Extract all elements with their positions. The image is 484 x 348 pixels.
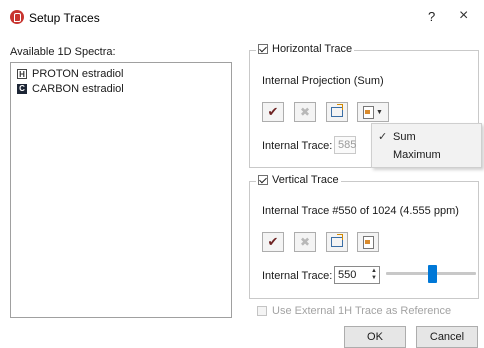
checkmark-icon: ✔	[267, 104, 279, 119]
list-item-proton[interactable]: H PROTON estradiol	[17, 67, 124, 81]
close-button[interactable]: ×	[459, 7, 468, 25]
vertical-trace-label: Vertical Trace	[272, 174, 339, 186]
apply-button[interactable]: ✔	[262, 232, 284, 252]
spectra-list[interactable]: H PROTON estradiol C CARBON estradiol	[10, 62, 232, 318]
remove-icon: ✖	[299, 105, 311, 119]
menu-item-label: Sum	[393, 131, 416, 143]
vertical-internal-trace-value: 550	[338, 269, 357, 281]
list-item-carbon[interactable]: C CARBON estradiol	[17, 82, 124, 96]
spin-arrows-icon[interactable]: ▲ ▼	[371, 268, 377, 282]
horizontal-trace-checkbox[interactable]	[258, 44, 268, 54]
ok-button[interactable]: OK	[344, 326, 406, 348]
remove-icon: ✖	[299, 235, 311, 249]
list-item-label: CARBON estradiol	[32, 83, 124, 95]
external-reference-checkbox	[257, 306, 267, 316]
vertical-trace-description: Internal Trace #550 of 1024 (4.555 ppm)	[262, 205, 459, 217]
menu-item-label: Maximum	[393, 149, 441, 161]
cancel-button[interactable]: Cancel	[416, 326, 478, 348]
vertical-trace-checkbox[interactable]	[258, 175, 268, 185]
trace-mode-menu: ✓ Sum Maximum	[371, 123, 482, 168]
horizontal-trace-toggle[interactable]: Horizontal Trace	[256, 43, 355, 55]
trace-icon	[363, 105, 375, 119]
vertical-internal-trace-spinbox[interactable]: 550 ▲ ▼	[334, 266, 380, 284]
horizontal-internal-trace-field: 585	[334, 136, 356, 154]
check-icon: ✓	[378, 131, 388, 143]
remove-button[interactable]: ✖	[294, 102, 316, 122]
menu-item-sum[interactable]: ✓ Sum	[372, 128, 481, 146]
export-icon	[331, 104, 343, 117]
checkmark-icon: ✔	[267, 234, 279, 249]
trace-mode-dropdown-button[interactable]: ▼	[357, 102, 389, 122]
horizontal-trace-description: Internal Projection (Sum)	[262, 75, 384, 87]
external-reference-label: Use External 1H Trace as Reference	[272, 305, 452, 317]
export-icon	[331, 234, 343, 247]
vertical-trace-toggle[interactable]: Vertical Trace	[256, 174, 341, 186]
trace-mode-button[interactable]	[357, 232, 379, 252]
vertical-internal-trace-label: Internal Trace:	[262, 270, 333, 282]
trace-slider-handle[interactable]	[428, 265, 437, 283]
menu-item-maximum[interactable]: Maximum	[372, 146, 481, 164]
chevron-down-icon: ▼	[376, 108, 383, 116]
proton-spectrum-icon: H	[17, 69, 27, 79]
horizontal-internal-trace-label: Internal Trace:	[262, 140, 333, 152]
trace-icon	[362, 235, 374, 249]
list-item-label: PROTON estradiol	[32, 68, 124, 80]
horizontal-trace-label: Horizontal Trace	[272, 43, 353, 55]
available-spectra-label: Available 1D Spectra:	[10, 46, 116, 58]
carbon-spectrum-icon: C	[17, 84, 27, 94]
help-button[interactable]: ?	[428, 9, 435, 24]
app-logo-icon	[10, 10, 24, 24]
remove-button[interactable]: ✖	[294, 232, 316, 252]
export-button[interactable]	[326, 102, 348, 122]
window-title: Setup Traces	[29, 11, 100, 25]
export-button[interactable]	[326, 232, 348, 252]
external-reference-option: Use External 1H Trace as Reference	[257, 305, 451, 317]
apply-button[interactable]: ✔	[262, 102, 284, 122]
